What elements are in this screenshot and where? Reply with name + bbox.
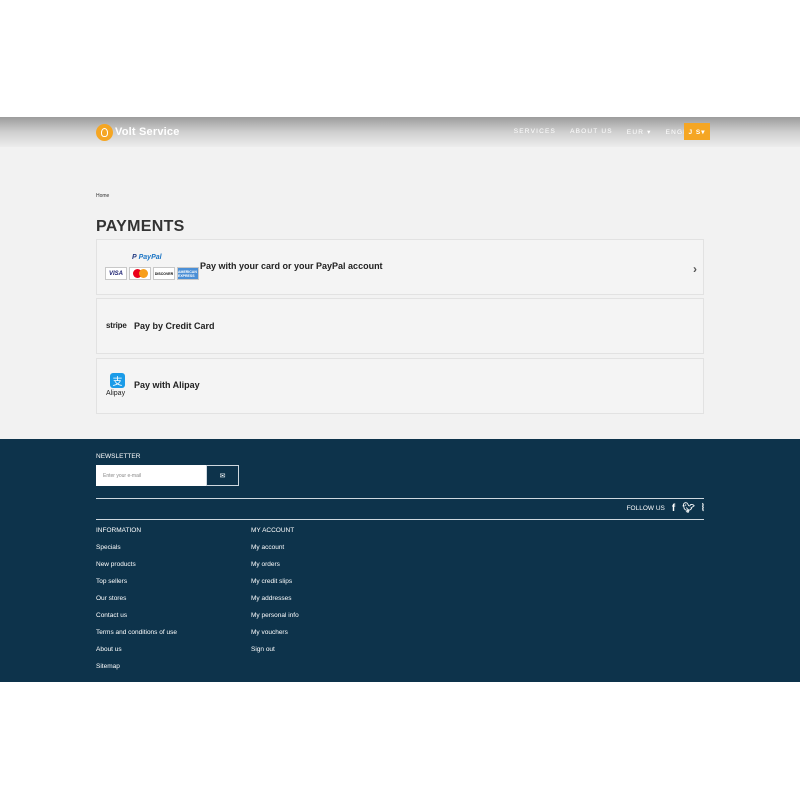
alipay-icon: 支: [110, 373, 125, 388]
discover-icon: DISCOVER: [153, 267, 175, 280]
my-account-column: MY ACCOUNT My account My orders My credi…: [251, 527, 299, 663]
paypal-logo: P PayPal: [132, 254, 162, 261]
logo-text: Volt Service: [115, 126, 180, 138]
payment-option-stripe[interactable]: stripe Pay by Credit Card: [96, 298, 704, 354]
payment-option-alipay[interactable]: 支 Alipay Pay with Alipay: [96, 358, 704, 414]
information-title: INFORMATION: [96, 527, 142, 534]
follow-us-label: FOLLOW US: [626, 505, 665, 512]
information-column: INFORMATION Specials New products Top se…: [96, 527, 177, 680]
link-my-vouchers[interactable]: My vouchers: [251, 629, 299, 646]
rss-icon[interactable]: ⦚: [702, 503, 704, 514]
top-nav: SERVICES ABOUT US EUR ▾ ENGLISH ▾: [514, 128, 710, 136]
bulb-icon: [96, 123, 113, 141]
user-menu-button[interactable]: J S▾: [684, 123, 710, 140]
link-contact-us[interactable]: Contact us: [96, 612, 177, 629]
visa-icon: VISA: [105, 267, 127, 280]
breadcrumb[interactable]: Home: [96, 193, 109, 199]
logo[interactable]: Volt Service: [96, 123, 180, 141]
link-new-products[interactable]: New products: [96, 561, 177, 578]
twitter-icon[interactable]: 🐦︎: [682, 503, 695, 514]
my-account-title: MY ACCOUNT: [251, 527, 295, 534]
divider: [96, 519, 704, 520]
stripe-label: Pay by Credit Card: [134, 321, 215, 331]
link-my-personal-info[interactable]: My personal info: [251, 612, 299, 629]
stripe-logo: stripe: [106, 321, 127, 330]
divider: [96, 498, 704, 499]
link-sign-out[interactable]: Sign out: [251, 646, 299, 663]
email-input[interactable]: Enter your e-mail: [96, 465, 206, 486]
link-about-us[interactable]: About us: [96, 646, 177, 663]
currency-selector[interactable]: EUR ▾: [627, 128, 652, 136]
link-specials[interactable]: Specials: [96, 544, 177, 561]
footer: NEWSLETTER Enter your e-mail ✉ FOLLOW US…: [0, 439, 800, 682]
card-logos: VISA DISCOVER AMERICAN EXPRESS: [105, 267, 199, 280]
link-my-credit-slips[interactable]: My credit slips: [251, 578, 299, 595]
payment-option-paypal[interactable]: P PayPal VISA DISCOVER AMERICAN EXPRESS …: [96, 239, 704, 295]
link-top-sellers[interactable]: Top sellers: [96, 578, 177, 595]
newsletter-title: NEWSLETTER: [96, 453, 141, 460]
envelope-icon: ✉: [219, 472, 226, 480]
facebook-icon[interactable]: f: [672, 503, 675, 514]
link-my-account[interactable]: My account: [251, 544, 299, 561]
link-terms[interactable]: Terms and conditions of use: [96, 629, 177, 646]
amex-icon: AMERICAN EXPRESS: [177, 267, 199, 280]
link-my-addresses[interactable]: My addresses: [251, 595, 299, 612]
follow-us: FOLLOW US f 🐦︎ ⦚: [627, 503, 704, 514]
paypal-label: Pay with your card or your PayPal accoun…: [200, 261, 383, 271]
page-title: PAYMENTS: [96, 218, 185, 235]
link-my-orders[interactable]: My orders: [251, 561, 299, 578]
mastercard-icon: [129, 267, 151, 280]
alipay-label: Pay with Alipay: [134, 380, 200, 390]
nav-services[interactable]: SERVICES: [514, 128, 556, 136]
page: Volt Service SERVICES ABOUT US EUR ▾ ENG…: [0, 117, 800, 682]
link-our-stores[interactable]: Our stores: [96, 595, 177, 612]
nav-about-us[interactable]: ABOUT US: [570, 128, 613, 136]
alipay-logo-text: Alipay: [106, 390, 126, 397]
header: Volt Service SERVICES ABOUT US EUR ▾ ENG…: [0, 117, 800, 147]
subscribe-button[interactable]: ✉: [206, 465, 239, 486]
link-sitemap[interactable]: Sitemap: [96, 663, 177, 680]
chevron-right-icon: ›: [693, 262, 697, 276]
